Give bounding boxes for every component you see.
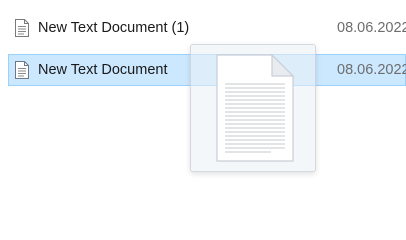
drag-preview [190, 44, 316, 172]
text-file-icon [15, 61, 29, 79]
file-date: 08.06.2022 [337, 20, 406, 36]
file-date: 08.06.2022 [337, 62, 406, 78]
file-name: New Text Document (1) [38, 20, 190, 36]
file-name: New Text Document [38, 62, 168, 78]
text-file-icon [15, 19, 29, 37]
file-row[interactable]: New Text Document (1) 08.06.2022 [8, 12, 406, 44]
text-document-icon [216, 54, 294, 162]
